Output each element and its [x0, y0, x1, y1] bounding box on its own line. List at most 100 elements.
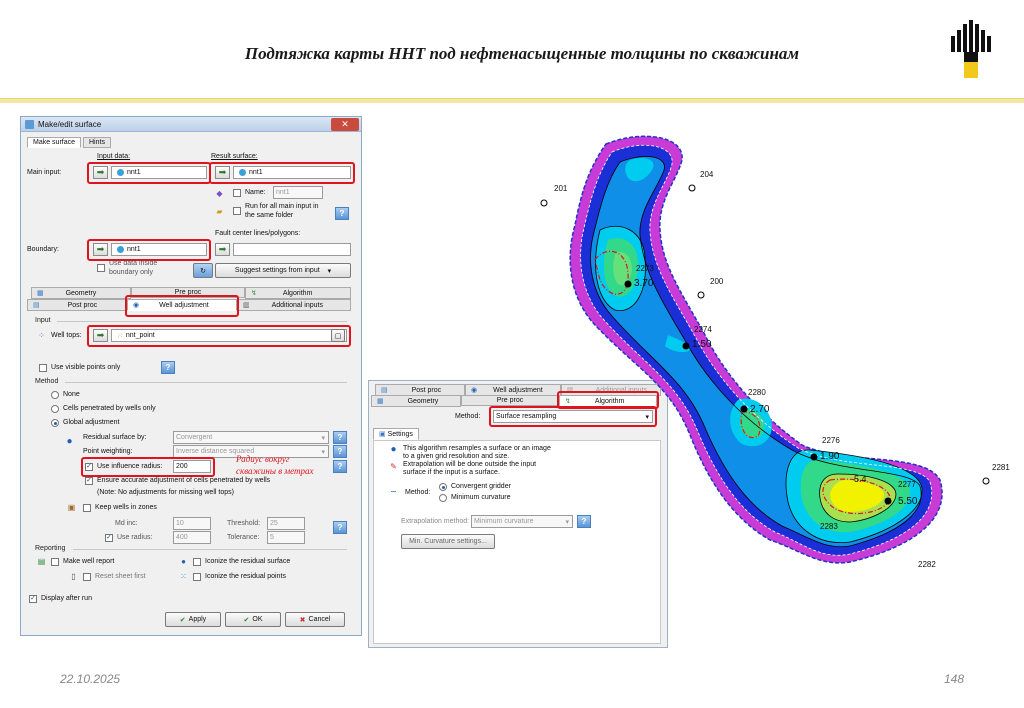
minimum-radio[interactable] [439, 494, 447, 502]
ensure-accurate-checkbox[interactable]: ✓ [85, 477, 93, 485]
display-after-checkbox[interactable]: ✓ [29, 595, 37, 603]
desc-line-2: to a given grid resolution and size. [403, 453, 510, 460]
subtab-geometry[interactable]: ▦ Geometry [31, 287, 131, 299]
help-icon[interactable]: ? [333, 445, 347, 458]
highlight-result-surface [209, 162, 355, 184]
name-checkbox[interactable] [233, 189, 241, 197]
help-icon[interactable]: ? [333, 431, 347, 444]
value-label-2274: 1.50 [692, 339, 712, 350]
residual-label: Residual surface by: [83, 434, 147, 441]
suggest-settings-button[interactable]: Suggest settings from input ▾ [215, 263, 351, 278]
well-2276-marker [810, 453, 818, 461]
highlight-boundary [87, 239, 211, 261]
input-section-line [57, 321, 347, 322]
residual-surface-icon: ● [66, 436, 73, 447]
ensure-accurate-label: Ensure accurate adjustment of cells pene… [97, 477, 271, 484]
method-global-label: Global adjustment [63, 419, 120, 426]
run-all-checkbox[interactable] [233, 207, 241, 215]
method-global-radio[interactable] [51, 419, 59, 427]
close-icon[interactable]: ✕ [331, 117, 359, 131]
surface-app-icon [25, 119, 34, 129]
tab-settings[interactable]: ▣ Settings [373, 428, 419, 440]
tolerance-field[interactable]: 5 [267, 531, 305, 544]
use-radius-checkbox[interactable]: ✓ [105, 534, 113, 542]
name-field[interactable]: nnt1 [273, 186, 323, 199]
well-tops-icon: ⁘ [38, 331, 45, 340]
tab-hints[interactable]: Hints [83, 137, 111, 148]
use-radius-field[interactable]: 400 [173, 531, 211, 544]
name-icon: ◆ [216, 189, 223, 198]
well-2277-label: 2277 [898, 480, 916, 489]
use-data-inside-checkbox[interactable] [97, 264, 105, 272]
use-visible-checkbox[interactable] [39, 364, 47, 372]
keep-wells-checkbox[interactable] [83, 504, 91, 512]
well-2273-label: 2273 [636, 264, 654, 273]
use-data-label-2: boundary only [109, 269, 153, 276]
help-icon[interactable]: ? [333, 521, 347, 534]
annotation-line-1: Радиус вокруг [236, 454, 290, 464]
well-200-label: 200 [710, 277, 724, 286]
suggest-icon-button[interactable]: ↻ [193, 263, 213, 278]
well-report-icon: ▤ [37, 557, 46, 566]
convergent-radio[interactable] [439, 483, 447, 491]
display-after-label: Display after run [41, 595, 92, 602]
tolerance-label: Tolerance: [227, 534, 260, 541]
well-tops-label: Well tops: [51, 332, 82, 339]
geometry-icon: ▦ [377, 398, 384, 405]
use-visible-label: Use visible points only [51, 364, 121, 371]
method-cells-radio[interactable] [51, 405, 59, 413]
help-icon[interactable]: ? [161, 361, 175, 374]
apply-button[interactable]: ✔ Apply [165, 612, 221, 627]
subtab-additional-inputs[interactable]: ▥ Additional inputs [237, 299, 351, 311]
reporting-section-line [73, 549, 347, 550]
algorithm-icon: ↯ [251, 290, 257, 297]
cancel-icon: ✖ [299, 616, 306, 624]
iconize-residual-checkbox[interactable] [193, 558, 201, 566]
main-input-label: Main input: [27, 169, 62, 176]
tab-make-surface[interactable]: Make surface [27, 137, 82, 148]
residual-select[interactable]: Convergent ▾ [173, 431, 329, 444]
help-icon[interactable]: ? [333, 460, 347, 473]
subtab-algorithm[interactable]: ↯ Algorithm [245, 287, 351, 299]
extrap-label: Extrapolation method: [401, 518, 470, 525]
fault-label: Fault center lines/polygons: [215, 230, 301, 237]
name-label: Name: [245, 189, 266, 196]
dropdown-arrow-icon: ▾ [327, 267, 332, 275]
subtab-geometry-2[interactable]: ▦ Geometry [371, 395, 461, 407]
fault-arrow-button[interactable]: ➡ [215, 243, 230, 256]
subtab-post-proc[interactable]: ▤ Post proc [27, 299, 127, 311]
slide-date: 22.10.2025 [60, 672, 121, 686]
well-201-marker [540, 199, 548, 207]
point-weight-label: Point weighting: [83, 448, 133, 455]
min-curvature-settings-button[interactable]: Min. Curvature settings... [401, 534, 495, 549]
well-2280-marker [740, 405, 748, 413]
md-inc-field[interactable]: 10 [173, 517, 211, 530]
threshold-field[interactable]: 25 [267, 517, 305, 530]
well-2281-marker [982, 477, 990, 485]
company-logo [948, 16, 994, 80]
fault-field[interactable] [233, 243, 351, 256]
iconize-points-icon: ⁙ [180, 572, 187, 581]
value-label-2276: 1.90 [820, 451, 840, 462]
well-2282-label: 2282 [918, 560, 936, 569]
post-proc-icon: ▤ [381, 387, 388, 394]
reset-sheet-checkbox[interactable] [83, 573, 91, 581]
slide-page-number: 148 [944, 672, 965, 686]
value-label-2280: 2.70 [750, 404, 770, 415]
well-2274-marker [682, 342, 690, 350]
help-icon[interactable]: ? [335, 207, 349, 220]
header-divider [0, 98, 1024, 103]
make-well-report-checkbox[interactable] [51, 558, 59, 566]
method-section-line [65, 382, 347, 383]
iconize-points-checkbox[interactable] [193, 573, 201, 581]
method-section-label: Method [35, 378, 59, 385]
cancel-button[interactable]: ✖ Cancel [285, 612, 345, 627]
info-icon: ● [390, 444, 397, 455]
threshold-label: Threshold: [227, 520, 261, 527]
method-none-radio[interactable] [51, 391, 59, 399]
well-201-label: 201 [554, 184, 568, 193]
contour-label: 5.4 [854, 474, 867, 484]
input-data-label: Input data: [97, 153, 131, 160]
well-200-marker [697, 291, 705, 299]
ok-button[interactable]: ✔ OK [225, 612, 281, 627]
